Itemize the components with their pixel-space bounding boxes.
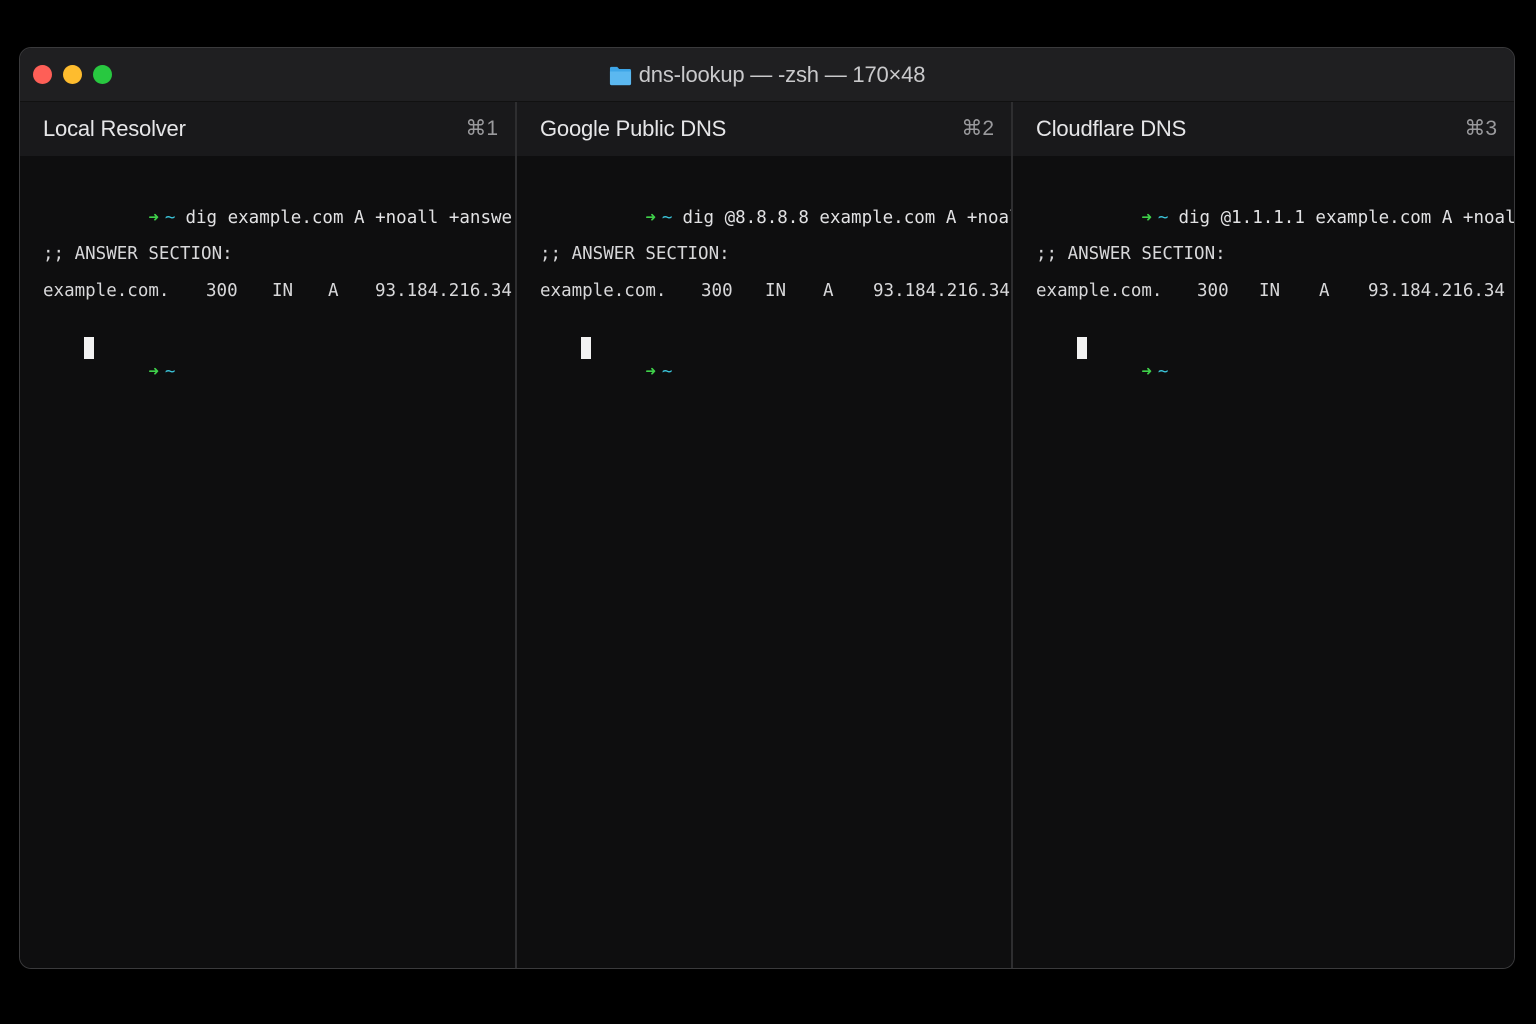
record-class: IN <box>272 281 294 301</box>
text-cursor <box>581 337 591 359</box>
dns-record-row: example.com. 300 IN A 93.184.216.34 <box>540 279 1010 303</box>
record-name: example.com. <box>540 281 667 301</box>
window-title-container: dns-lookup — -zsh — 170×48 <box>20 48 1514 102</box>
prompt-directory: ~ <box>661 362 673 382</box>
title-bar[interactable]: dns-lookup — -zsh — 170×48 <box>20 48 1514 102</box>
record-type: A <box>1319 281 1330 301</box>
split-panes: Local Resolver ⌘1 ➜ ~ dig example.com A +n… <box>20 102 1514 968</box>
record-ttl: 300 <box>206 281 238 301</box>
prompt-arrow-icon: ➜ <box>645 362 656 382</box>
pane-header[interactable]: Local Resolver ⌘1 <box>20 102 515 156</box>
pane-shortcut: ⌘3 <box>1464 117 1497 140</box>
pane-header[interactable]: Cloudflare DNS ⌘3 <box>1013 102 1514 156</box>
answer-section-header: ;; ANSWER SECTION: <box>1036 244 1226 264</box>
record-value: 93.184.216.34 <box>375 281 512 301</box>
prompt-arrow-icon: ➜ <box>1141 208 1152 228</box>
prompt-directory: ~ <box>661 208 673 228</box>
record-class: IN <box>765 281 787 301</box>
record-name: example.com. <box>1036 281 1163 301</box>
record-ttl: 300 <box>701 281 733 301</box>
pane-local-resolver[interactable]: Local Resolver ⌘1 ➜ ~ dig example.com A +n… <box>20 102 523 968</box>
folder-icon <box>609 66 631 85</box>
window-title: dns-lookup — -zsh — 170×48 <box>638 62 926 87</box>
prompt-directory: ~ <box>164 362 176 382</box>
command-text: dig example.com A +noall +answer <box>185 208 523 228</box>
pane-title: Google Public DNS <box>540 116 727 141</box>
command-line: ➜~ dig @1.1.1.1 example.com A +noall +ans… <box>1036 182 1514 228</box>
command-line: ➜ ~ dig example.com A +noall +answer <box>43 182 522 228</box>
terminal-output[interactable]: ➜~dig @1.1.1.1 example.com A +noall +ans… <box>1036 156 1514 382</box>
answer-section-header: ;; ANSWER SECTION: <box>43 244 233 264</box>
answer-section-header: ;; ANSWER SECTION: <box>540 244 730 264</box>
record-type: A <box>823 281 834 301</box>
dns-record-row: example.com. 300 IN A 93.184.216.34 <box>43 279 512 303</box>
prompt-line[interactable]: ➜ ~ <box>540 336 682 382</box>
record-name: example.com. <box>43 281 170 301</box>
record-class: IN <box>1259 281 1281 301</box>
prompt-line[interactable]: ➜ ~ <box>1036 336 1178 382</box>
prompt-arrow-icon: ➜ <box>1141 362 1152 382</box>
terminal-window: dns-lookup — -zsh — 170×48 Local Resolve… <box>19 47 1515 969</box>
text-cursor <box>84 337 94 359</box>
pane-header[interactable]: Google Public DNS ⌘2 <box>517 102 1011 156</box>
text-cursor <box>1077 337 1087 359</box>
prompt-directory: ~ <box>1157 362 1169 382</box>
prompt-directory: ~ <box>1157 208 1169 228</box>
pane-google-public-dns[interactable]: Google Public DNS ⌘2 ➜ ~ dig @8.8.8.8 exam… <box>515 102 1114 968</box>
record-ttl: 300 <box>1197 281 1229 301</box>
terminal-output[interactable]: ➜ ~ dig example.com A +noall +answer ;; AN… <box>43 156 523 382</box>
record-type: A <box>328 281 339 301</box>
dns-record-row: example.com. 300 IN A 93.184.216.34 <box>1036 279 1505 303</box>
pane-title: Local Resolver <box>43 116 186 141</box>
pane-shortcut: ⌘1 <box>465 117 498 140</box>
record-value: 93.184.216.34 <box>873 281 1010 301</box>
prompt-arrow-icon: ➜ <box>645 208 656 228</box>
record-value: 93.184.216.34 <box>1368 281 1505 301</box>
pane-cloudflare-dns[interactable]: Cloudflare DNS ⌘3 ➜ ~ dig @1.1.1.1 example… <box>1011 102 1514 968</box>
prompt-directory: ~ <box>164 208 176 228</box>
prompt-arrow-icon: ➜ <box>148 208 159 228</box>
prompt-arrow-icon: ➜ <box>148 362 159 382</box>
pane-title: Cloudflare DNS <box>1036 116 1187 141</box>
command-text: dig @1.1.1.1 example.com A +noall +answe… <box>1178 208 1515 228</box>
prompt-line[interactable]: ➜ ~ <box>43 336 185 382</box>
pane-shortcut: ⌘2 <box>961 117 994 140</box>
terminal-output[interactable]: ➜ ~ dig @8.8.8.8 example.com A +noall +ans… <box>540 156 1114 382</box>
